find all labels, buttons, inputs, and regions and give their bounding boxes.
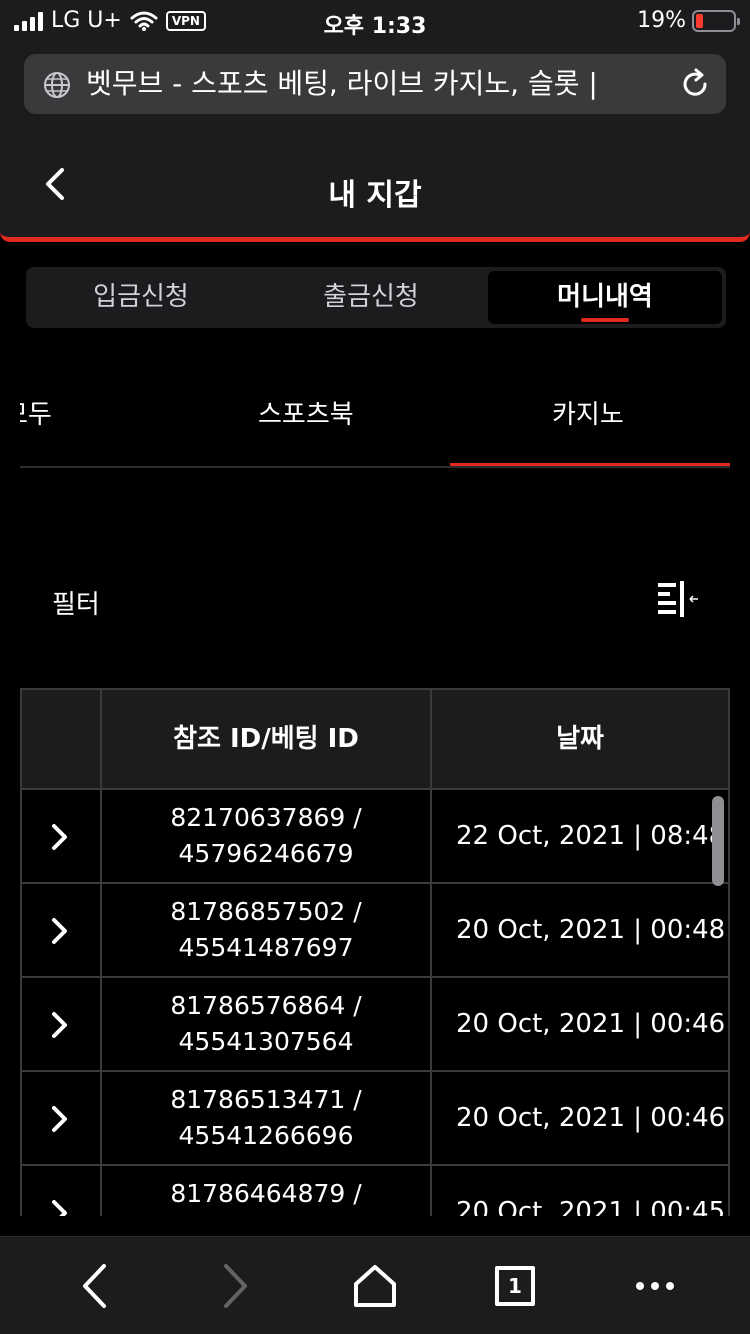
active-tab-indicator [581, 318, 629, 322]
subtab-all[interactable]: 모두 [20, 394, 52, 431]
subtab-sportsbook[interactable]: 스포츠북 [258, 394, 354, 431]
wallet-tabs: 입금신청 출금신청 머니내역 [26, 267, 726, 328]
column-header-ref-id: 참조 ID/베팅 ID [102, 690, 432, 788]
battery-icon [692, 9, 740, 32]
browser-forward-button[interactable] [198, 1237, 272, 1334]
ref-id: 81786576864 / [170, 991, 362, 1020]
date-cell: 20 Oct, 2021 | 00:45 [456, 1197, 726, 1216]
bet-id: 45541307564 [178, 1027, 354, 1056]
globe-icon [44, 72, 70, 98]
chevron-right-icon [52, 1106, 67, 1132]
ref-id-cell: 82170637869 / 45796246679 [102, 790, 432, 882]
column-header-expand [22, 690, 102, 788]
category-tabs: 모두 스포츠북 카지노 [20, 380, 730, 468]
row-expand[interactable] [22, 884, 102, 976]
table-scrollbar[interactable] [712, 796, 724, 886]
tab-deposit[interactable]: 입금신청 [26, 267, 256, 328]
bet-id: 45541487697 [178, 933, 354, 962]
home-icon [354, 1265, 396, 1307]
tab-money-history-label: 머니내역 [557, 282, 653, 312]
bet-id: 45796246679 [178, 839, 354, 868]
tabs-button[interactable]: 1 [478, 1237, 552, 1334]
chevron-right-icon [52, 824, 67, 850]
row-expand[interactable] [22, 790, 102, 882]
status-right: 19% [637, 8, 740, 33]
ref-id-cell: 81786857502 / 45541487697 [102, 884, 432, 976]
more-button[interactable] [618, 1237, 692, 1334]
table-row[interactable]: 81786513471 / 45541266696 20 Oct, 2021 |… [22, 1072, 728, 1166]
reload-icon[interactable] [678, 67, 712, 101]
bet-id: 45541266696 [178, 1121, 354, 1150]
date-cell: 20 Oct, 2021 | 00:46 [456, 1103, 726, 1133]
battery-level [696, 13, 703, 28]
address-bar[interactable]: 벳무브 - 스포츠 베팅, 라이브 카지노, 슬롯 | [24, 54, 726, 114]
transaction-table: 참조 ID/베팅 ID 날짜 82170637869 / 45796246679… [20, 688, 730, 1216]
filter-toggle-icon[interactable] [656, 580, 700, 618]
chevron-right-icon [52, 918, 67, 944]
table-header: 참조 ID/베팅 ID 날짜 [22, 690, 728, 790]
tab-count: 1 [508, 1274, 522, 1298]
app-header: 내 지갑 [0, 128, 750, 242]
chevron-right-icon [52, 1200, 67, 1216]
tab-withdraw[interactable]: 출금신청 [256, 267, 486, 328]
table-row[interactable]: 81786857502 / 45541487697 20 Oct, 2021 |… [22, 884, 728, 978]
chevron-left-icon [83, 1264, 106, 1308]
ref-id: 82170637869 / [170, 803, 362, 832]
active-subtab-indicator [450, 463, 730, 466]
more-dots-icon [636, 1282, 674, 1290]
subtab-casino[interactable]: 카지노 [552, 394, 624, 431]
battery-percent: 19% [637, 8, 686, 33]
home-button[interactable] [338, 1237, 412, 1334]
table-row[interactable]: 81786576864 / 45541307564 20 Oct, 2021 |… [22, 978, 728, 1072]
ref-id-cell: 81786513471 / 45541266696 [102, 1072, 432, 1164]
filter-label: 필터 [52, 590, 100, 620]
table-row[interactable]: 81786464879 / 20 Oct, 2021 | 00:45 [22, 1166, 728, 1216]
browser-back-button[interactable] [58, 1237, 132, 1334]
chevron-right-icon [224, 1264, 247, 1308]
ref-id: 81786464879 / [170, 1179, 362, 1208]
row-expand[interactable] [22, 1166, 102, 1216]
browser-toolbar: 1 [0, 1236, 750, 1334]
date-cell: 22 Oct, 2021 | 08:48 [456, 821, 726, 851]
tabs-icon: 1 [495, 1266, 535, 1306]
status-bar: LG U+ VPN 오후 1:33 19% [0, 0, 750, 40]
page-title-url: 벳무브 - 스포츠 베팅, 라이브 카지노, 슬롯 | [86, 67, 598, 100]
browser-address-area: 벳무브 - 스포츠 베팅, 라이브 카지노, 슬롯 | [0, 40, 750, 128]
ref-id: 81786857502 / [170, 897, 362, 926]
table-row[interactable]: 82170637869 / 45796246679 22 Oct, 2021 |… [22, 790, 728, 884]
date-cell: 20 Oct, 2021 | 00:48 [456, 915, 726, 945]
tab-money-history[interactable]: 머니내역 [488, 271, 722, 324]
column-header-date: 날짜 [556, 724, 604, 754]
ref-id: 81786513471 / [170, 1085, 362, 1114]
ref-id-cell: 81786464879 / [102, 1166, 432, 1216]
row-expand[interactable] [22, 978, 102, 1070]
chevron-right-icon [52, 1012, 67, 1038]
ref-id-cell: 81786576864 / 45541307564 [102, 978, 432, 1070]
date-cell: 20 Oct, 2021 | 00:46 [456, 1009, 726, 1039]
row-expand[interactable] [22, 1072, 102, 1164]
page-title: 내 지갑 [328, 178, 422, 213]
